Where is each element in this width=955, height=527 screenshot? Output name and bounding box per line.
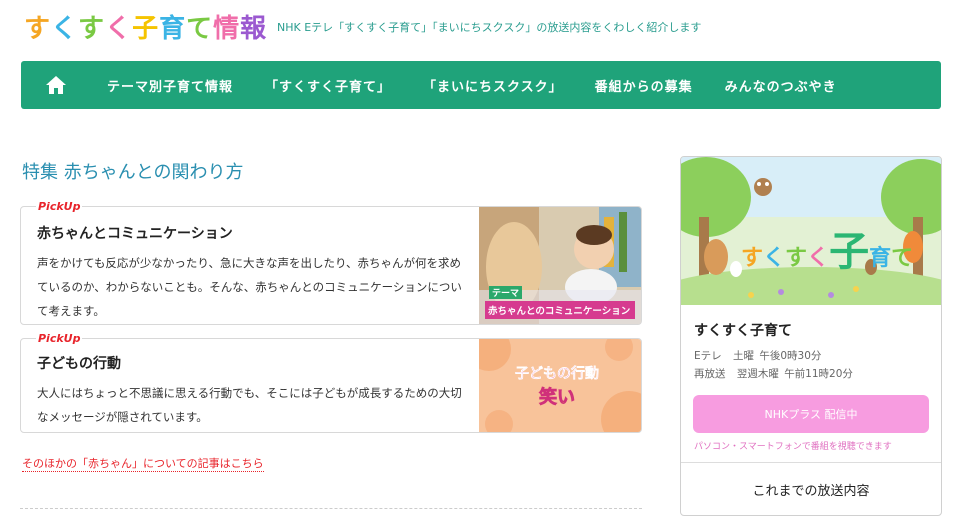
nav-item-sukusuku[interactable]: 「すくすく子育て」 (249, 61, 407, 109)
article-card-communication[interactable]: 赤ちゃんとコミュニケーション 声をかけても反応が少なかったり、急に大きな声を出し… (20, 206, 642, 325)
banner-logo-char: 子 (829, 229, 870, 275)
section-title: 特集 赤ちゃんとの関わり方 (22, 162, 244, 183)
card-thumbnail[interactable]: 子どもの行動 笑い (479, 339, 641, 432)
card-body: 子どもの行動 大人にはちょっと不思議に思える行動でも、そこには子どもが成長するた… (37, 353, 467, 429)
card-title[interactable]: 赤ちゃんとコミュニケーション (37, 223, 467, 243)
schedule-day: 翌週木曜 (736, 368, 779, 380)
banner-logo-char: す (785, 246, 808, 271)
schedule-row: 再放送 翌週木曜 午前11時20分 (694, 365, 861, 383)
nav-item-recruit[interactable]: 番組からの募集 (579, 61, 709, 109)
card-title[interactable]: 子どもの行動 (37, 353, 467, 373)
nhk-plus-note: パソコン・スマートフォンで番組を視聴できます (694, 442, 892, 452)
nhk-plus-button[interactable]: NHKプラス 配信中 (693, 395, 929, 433)
article-card-behavior[interactable]: 子どもの行動 大人にはちょっと不思議に思える行動でも、そこには子どもが成長するた… (20, 338, 642, 433)
card-text: 声をかけても反応が少なかったり、急に大きな声を出したり、赤ちゃんが何を求めている… (37, 256, 462, 318)
thumb-label-behavior: 子どもの行動 (515, 366, 599, 382)
banner-logo-char: く (807, 246, 830, 271)
nav-item-mainichi[interactable]: 「まいにちスクスク」 (407, 61, 579, 109)
banner-logo-char: く (763, 246, 786, 271)
program-sidebar: すくすく子育て すくすく子育て Eテレ 土曜 午後0時30分 再放送 翌週木曜 … (680, 156, 942, 516)
thumb-label-communication: 赤ちゃんとのコミュニケーション (485, 301, 635, 319)
more-articles-link[interactable]: そのほかの「赤ちゃん」についての記事はこちら (22, 455, 264, 472)
nav-home-button[interactable] (21, 61, 91, 109)
schedule-day: 土曜 (732, 350, 754, 362)
banner-logo-char: て (891, 246, 914, 271)
broadcast-schedule: Eテレ 土曜 午後0時30分 再放送 翌週木曜 午前11時20分 (694, 347, 861, 383)
site-logo[interactable]: すくすく子育て情報 (24, 8, 268, 44)
card-thumbnail[interactable]: テーマ 赤ちゃんとのコミュニケーション (479, 207, 641, 324)
program-title: すくすく子育て (694, 323, 792, 339)
past-broadcasts-link[interactable]: これまでの放送内容 (681, 462, 941, 515)
card-text: 大人にはちょっと不思議に思える行動でも、そこには子どもが成長するための大切なメッ… (37, 386, 462, 424)
logo-char: 報 (240, 14, 268, 44)
banner-logo-char: 育 (869, 246, 892, 271)
pickup-badge: PickUp (36, 332, 83, 345)
logo-char: く (51, 14, 79, 44)
schedule-label: 再放送 (694, 368, 726, 380)
global-nav: テーマ別子育て情報 「すくすく子育て」 「まいにちスクスク」 番組からの募集 み… (21, 61, 941, 109)
logo-char: 子 (132, 14, 160, 44)
schedule-time: 午前11時20分 (784, 368, 853, 380)
schedule-label: Eテレ (694, 350, 722, 362)
schedule-time: 午後0時30分 (759, 350, 822, 362)
logo-char: 情 (213, 14, 241, 44)
pickup-badge: PickUp (36, 200, 83, 213)
nav-item-tweets[interactable]: みんなのつぶやき (709, 61, 853, 109)
banner-logo-char: す (741, 246, 764, 271)
logo-char: 育 (159, 14, 187, 44)
card-body: 赤ちゃんとコミュニケーション 声をかけても反応が少なかったり、急に大きな声を出し… (37, 223, 467, 323)
schedule-row: Eテレ 土曜 午後0時30分 (694, 347, 861, 365)
logo-char: す (24, 14, 52, 44)
logo-char: て (186, 14, 214, 44)
divider (20, 508, 642, 509)
program-banner[interactable]: すくすく子育て (681, 157, 941, 305)
site-header: すくすく子育て情報 NHK Eテレ「すくすく子育て」「まいにちスクスク」の放送内… (0, 0, 955, 56)
logo-char: す (78, 14, 106, 44)
home-icon (46, 76, 66, 94)
thumb-label-laugh: 笑い (539, 387, 576, 409)
site-tagline: NHK Eテレ「すくすく子育て」「まいにちスクスク」の放送内容をくわしく紹介しま… (277, 21, 702, 34)
banner-logo: すくすく子育て (741, 219, 913, 277)
thumb-label-theme: テーマ (489, 286, 523, 299)
nav-item-theme[interactable]: テーマ別子育て情報 (91, 61, 249, 109)
logo-char: く (105, 14, 133, 44)
